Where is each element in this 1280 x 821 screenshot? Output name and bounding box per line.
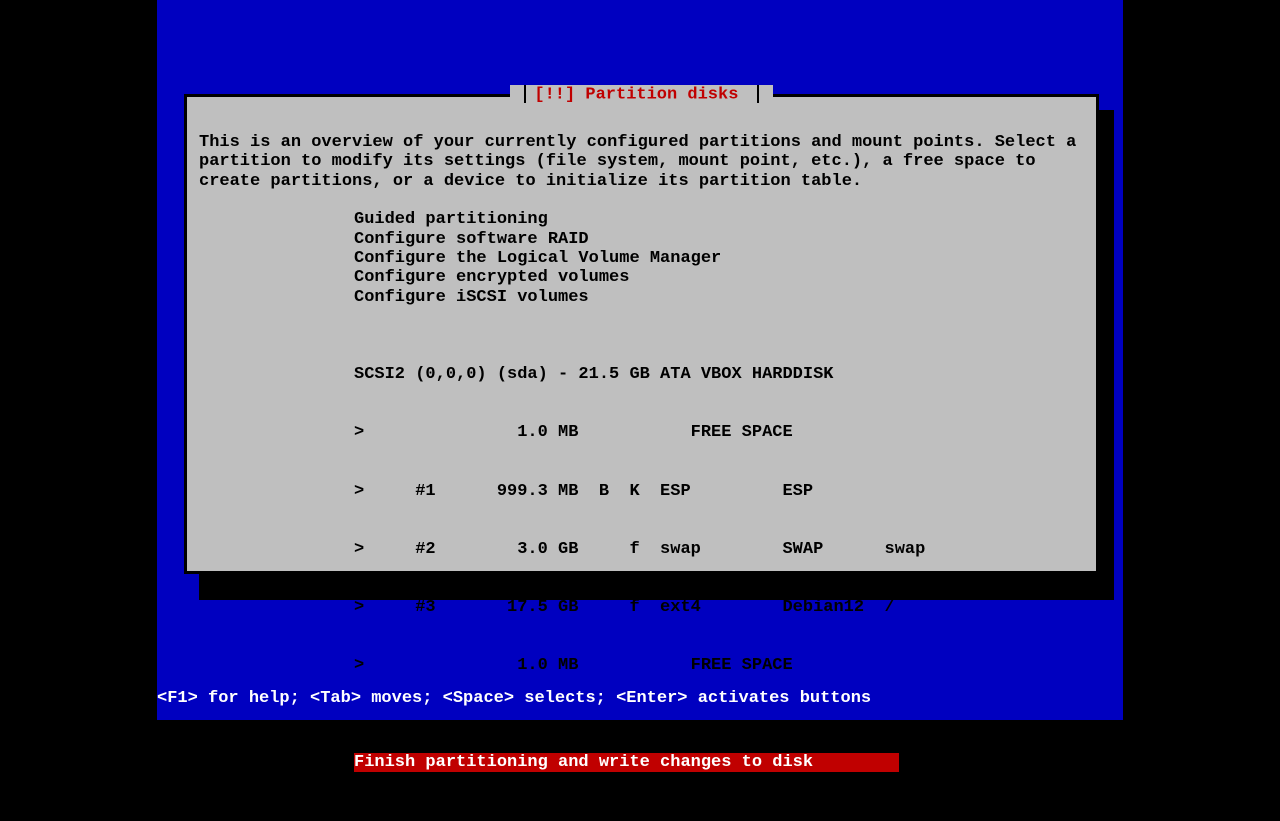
partition-row[interactable]: > 1.0 MB FREE SPACE xyxy=(354,423,1084,442)
go-back-button[interactable]: <Go Back> xyxy=(239,791,1084,810)
menu-guided[interactable]: Guided partitioning xyxy=(354,210,1084,229)
dialog-title-bar: [!!] Partition disks xyxy=(187,85,1096,104)
title-text: Partition disks xyxy=(575,85,748,104)
title-warn: [!!] xyxy=(534,85,575,104)
disk-section: SCSI2 (0,0,0) (sda) - 21.5 GB ATA VBOX H… xyxy=(354,326,1084,714)
partition-row[interactable]: > #2 3.0 GB f swap SWAP swap xyxy=(354,540,1084,559)
menu-encrypt[interactable]: Configure encrypted volumes xyxy=(354,268,1084,287)
undo-changes[interactable]: Undo changes to partitions xyxy=(354,733,1084,752)
top-menu: Guided partitioning Configure software R… xyxy=(354,210,1084,307)
dialog-content: This is an overview of your currently co… xyxy=(187,97,1096,821)
menu-raid[interactable]: Configure software RAID xyxy=(354,230,1084,249)
help-footer: <F1> for help; <Tab> moves; <Space> sele… xyxy=(157,689,871,708)
menu-lvm[interactable]: Configure the Logical Volume Manager xyxy=(354,249,1084,268)
finish-partitioning[interactable]: Finish partitioning and write changes to… xyxy=(354,753,1084,772)
intro-text: This is an overview of your currently co… xyxy=(199,133,1084,191)
disk-header[interactable]: SCSI2 (0,0,0) (sda) - 21.5 GB ATA VBOX H… xyxy=(354,365,1084,384)
console-background: [!!] Partition disks This is an overview… xyxy=(157,0,1123,720)
partition-row[interactable]: > #3 17.5 GB f ext4 Debian12 / xyxy=(354,598,1084,617)
partition-dialog: [!!] Partition disks This is an overview… xyxy=(184,94,1099,574)
pillar-left xyxy=(0,0,157,720)
dialog-title: [!!] Partition disks xyxy=(510,85,772,104)
partition-row[interactable]: > 1.0 MB FREE SPACE xyxy=(354,656,1084,675)
pillar-right xyxy=(1123,0,1280,720)
partition-row[interactable]: > #1 999.3 MB B K ESP ESP xyxy=(354,482,1084,501)
menu-iscsi[interactable]: Configure iSCSI volumes xyxy=(354,288,1084,307)
actions-section: Undo changes to partitions Finish partit… xyxy=(354,733,1084,772)
